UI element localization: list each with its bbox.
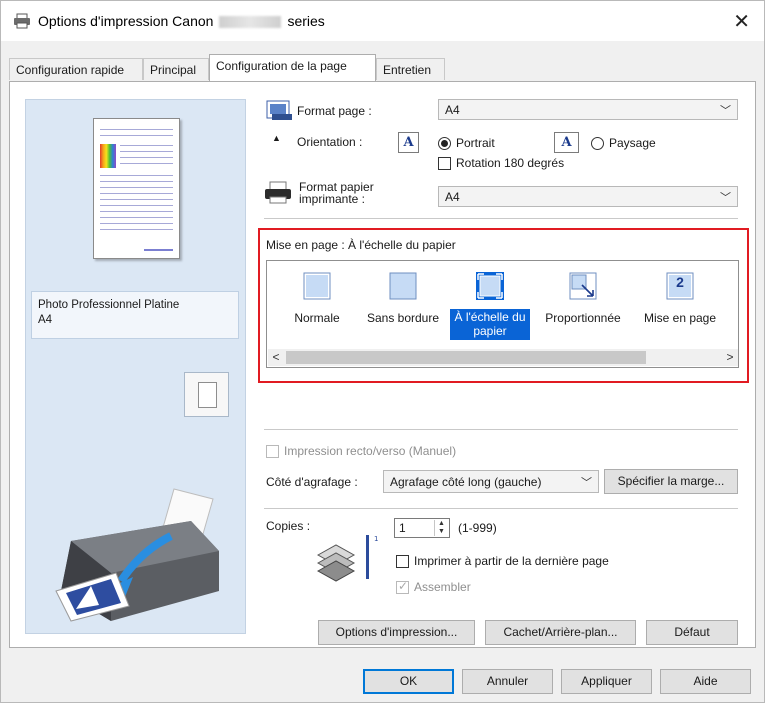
printer-icon xyxy=(14,13,30,29)
page-size-icon xyxy=(266,100,292,120)
portrait-radio[interactable] xyxy=(438,137,451,150)
layout-item-label-line1: À l'échelle du xyxy=(454,310,526,324)
printer-illustration-icon xyxy=(55,488,219,622)
page-size-select[interactable]: A4 ﹀ xyxy=(438,99,738,120)
page-size-label: Format page : xyxy=(297,104,372,118)
collate-checkbox[interactable] xyxy=(396,579,409,594)
svg-text:1: 1 xyxy=(374,535,378,543)
copies-label: Copies : xyxy=(266,519,311,533)
ok-button[interactable]: OK xyxy=(363,669,454,694)
reverse-order-checkbox[interactable] xyxy=(396,555,409,568)
layout-scaled-icon xyxy=(569,272,597,300)
layout-fit-to-paper-icon xyxy=(476,272,504,300)
bullet-icon: ▲ xyxy=(272,133,281,143)
layout-item-label: Proportionnée xyxy=(545,311,621,325)
media-info: Photo Professionnel Platine A4 xyxy=(31,291,239,339)
layout-item-scaled[interactable]: Proportionnée xyxy=(543,261,623,351)
landscape-label: Paysage xyxy=(609,136,656,150)
orientation-label: Orientation : xyxy=(297,135,363,149)
print-options-button[interactable]: Options d'impression... xyxy=(318,620,475,645)
landscape-orientation-icon: A xyxy=(554,132,579,153)
duplex-checkbox[interactable] xyxy=(266,445,279,458)
printer-paper-label: Format papier imprimante : xyxy=(299,181,374,205)
media-size-text: A4 xyxy=(38,314,53,326)
reverse-order-label: Imprimer à partir de la dernière page xyxy=(414,554,609,568)
page-preview-button[interactable] xyxy=(184,372,229,417)
apply-button[interactable]: Appliquer xyxy=(561,669,652,694)
page-size-value: A4 xyxy=(445,103,460,117)
chevron-down-icon: ﹀ xyxy=(720,105,731,117)
divider xyxy=(264,429,738,430)
printer-paper-value: A4 xyxy=(445,190,460,204)
tab-main[interactable]: Principal xyxy=(143,58,209,80)
printer-paper-label-line2: imprimante : xyxy=(299,192,366,206)
specify-margin-button[interactable]: Spécifier la marge... xyxy=(604,469,738,494)
layout-item-page-layout[interactable]: 2 Mise en page xyxy=(640,261,720,351)
scroll-left-icon[interactable]: < xyxy=(268,349,284,366)
layout-item-normal[interactable]: Normale xyxy=(277,261,357,351)
layout-item-label: Sans bordure xyxy=(366,311,440,325)
copies-stack-icon: 1 xyxy=(316,535,378,582)
stapling-side-value: Agrafage côté long (gauche) xyxy=(390,475,542,489)
layout-item-label-line2: papier xyxy=(473,324,507,338)
divider xyxy=(264,508,738,509)
copies-stepper[interactable]: 1 ▲ ▼ xyxy=(394,518,450,538)
redacted-model-name xyxy=(219,16,282,29)
printer-paper-icon xyxy=(265,181,291,204)
stepper-arrows-icon[interactable]: ▲ ▼ xyxy=(434,520,448,536)
stapling-side-select[interactable]: Agrafage côté long (gauche) ﹀ xyxy=(383,470,599,493)
layout-list-scrollbar[interactable]: < > xyxy=(268,349,738,366)
title-bar: Options d'impression Canon series ✕ xyxy=(1,1,764,41)
duplex-label: Impression recto/verso (Manuel) xyxy=(284,444,457,458)
printer-paper-select[interactable]: A4 ﹀ xyxy=(438,186,738,207)
landscape-radio[interactable] xyxy=(591,137,604,150)
window-title: Options d'impression Canon series xyxy=(38,13,325,29)
page-layout-label: Mise en page : À l'échelle du papier xyxy=(266,238,456,252)
default-button[interactable]: Défaut xyxy=(646,620,738,645)
paper-preview xyxy=(93,118,180,259)
layout-page-layout-badge: 2 xyxy=(676,274,684,290)
layout-item-fit-to-paper[interactable]: À l'échelle du papier xyxy=(450,261,530,351)
layout-normal-icon xyxy=(303,272,331,300)
copies-range: (1-999) xyxy=(458,521,497,535)
print-options-window: Options d'impression Canon series ✕ Confi… xyxy=(0,0,765,703)
color-sample xyxy=(100,144,116,168)
media-type-text: Photo Professionnel Platine xyxy=(38,299,180,311)
tab-maintenance[interactable]: Entretien xyxy=(376,58,445,80)
copies-value: 1 xyxy=(399,521,406,535)
chevron-down-icon: ﹀ xyxy=(581,477,592,489)
collate-label: Assembler xyxy=(414,580,471,594)
cancel-button[interactable]: Annuler xyxy=(462,669,553,694)
rotate-180-label: Rotation 180 degrés xyxy=(456,156,565,170)
tab-quick-setup[interactable]: Configuration rapide xyxy=(9,58,143,80)
stapling-side-label: Côté d'agrafage : xyxy=(266,475,358,489)
rotate-180-checkbox[interactable] xyxy=(438,157,451,170)
portrait-label: Portrait xyxy=(456,136,495,150)
chevron-down-icon: ﹀ xyxy=(720,192,731,204)
stamp-background-button[interactable]: Cachet/Arrière-plan... xyxy=(485,620,636,645)
divider xyxy=(264,218,738,219)
layout-item-borderless[interactable]: Sans bordure xyxy=(363,261,443,351)
window-title-prefix: Options d'impression Canon xyxy=(38,13,214,29)
layout-item-label: Normale xyxy=(294,311,340,325)
layout-item-label: À l'échelle du papier xyxy=(450,309,530,340)
tab-page-setup[interactable]: Configuration de la page xyxy=(209,54,376,81)
help-button[interactable]: Aide xyxy=(660,669,751,694)
close-icon[interactable]: ✕ xyxy=(733,9,750,34)
portrait-orientation-icon: A xyxy=(398,132,419,153)
scroll-right-icon[interactable]: > xyxy=(722,349,738,366)
scrollbar-thumb[interactable] xyxy=(286,351,646,364)
window-title-suffix: series xyxy=(287,13,325,29)
page-layout-list[interactable]: Normale Sans bordure À l'échelle du papi… xyxy=(266,260,739,368)
layout-borderless-icon xyxy=(389,272,417,300)
layout-item-label: Mise en page xyxy=(643,311,717,325)
